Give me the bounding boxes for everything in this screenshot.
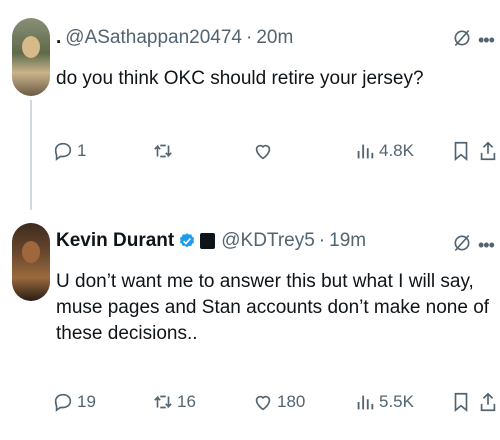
grok-icon[interactable] — [452, 28, 472, 48]
display-name[interactable]: . — [56, 27, 61, 49]
reply-icon — [54, 393, 72, 412]
display-name[interactable]: Kevin Durant — [56, 230, 174, 252]
bookmark-icon — [454, 141, 468, 162]
tweet-header: Kevin Durant @KDTrey5 · 19m — [56, 229, 366, 253]
retweet-count: 16 — [177, 392, 196, 411]
views-icon — [357, 144, 374, 159]
timestamp[interactable]: 20m — [256, 27, 293, 49]
share-icon — [480, 141, 496, 161]
retweet-icon — [154, 395, 172, 409]
views-count: 4.8K — [379, 141, 414, 160]
reply-count: 19 — [77, 392, 96, 411]
views-button[interactable]: 5.5K — [354, 391, 414, 413]
separator-dot: · — [246, 27, 253, 48]
user-handle[interactable]: @ASathappan20474 — [65, 27, 242, 49]
reply-count: 1 — [77, 141, 87, 160]
action-bar: 19 16 180 5.5K — [52, 391, 497, 417]
tweet-text: do you think OKC should retire your jers… — [56, 68, 424, 89]
views-count: 5.5K — [379, 392, 414, 411]
like-icon — [255, 144, 271, 160]
bookmark-button[interactable] — [450, 140, 475, 162]
share-icon — [480, 392, 496, 412]
separator-dot: · — [318, 230, 326, 251]
retweet-button[interactable] — [152, 140, 177, 162]
more-icon[interactable]: ••• — [478, 30, 495, 51]
tweet-question[interactable]: . @ASathappan20474 · 20m ••• do you thin… — [0, 0, 500, 210]
tweet-reply[interactable]: Kevin Durant @KDTrey5 · 19m ••• U don’t … — [0, 205, 500, 440]
like-button[interactable]: 180 — [252, 391, 305, 413]
timestamp[interactable]: 19m — [329, 230, 366, 252]
bookmark-icon — [454, 392, 468, 413]
grok-icon[interactable] — [452, 233, 472, 253]
like-button[interactable] — [252, 140, 277, 162]
views-button[interactable]: 4.8K — [354, 140, 414, 162]
tweet-text: U don’t want me to answer this but what … — [56, 271, 490, 344]
share-button[interactable] — [477, 140, 500, 162]
like-count: 180 — [277, 392, 306, 411]
action-bar: 1 4.8K — [52, 140, 497, 166]
thread-connector — [30, 100, 32, 210]
views-icon — [357, 395, 374, 410]
reply-button[interactable]: 19 — [52, 391, 96, 413]
like-icon — [255, 395, 271, 411]
retweet-icon — [154, 144, 172, 158]
user-handle[interactable]: @KDTrey5 — [221, 230, 315, 252]
bookmark-button[interactable] — [450, 391, 475, 413]
affiliate-badge-icon[interactable] — [200, 233, 216, 249]
share-button[interactable] — [477, 391, 500, 413]
avatar[interactable] — [12, 223, 50, 301]
tweet-header: . @ASathappan20474 · 20m — [56, 26, 293, 50]
verified-badge-icon[interactable] — [178, 232, 196, 250]
more-icon[interactable]: ••• — [478, 235, 495, 256]
avatar[interactable] — [12, 18, 50, 96]
retweet-button[interactable]: 16 — [152, 391, 196, 413]
reply-button[interactable]: 1 — [52, 140, 86, 162]
reply-icon — [54, 142, 72, 161]
